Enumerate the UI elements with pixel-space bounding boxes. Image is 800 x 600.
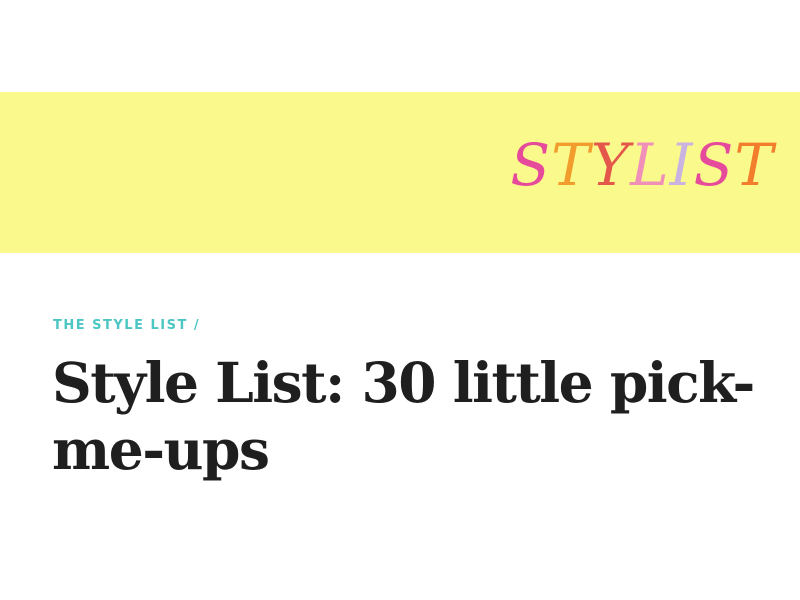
breadcrumb-separator: /: [193, 318, 201, 333]
breadcrumb: THE STYLE LIST /: [53, 318, 200, 333]
article-content: THE STYLE LIST / Style List: 30 little pi…: [0, 253, 800, 600]
logo-letter: L: [630, 131, 670, 199]
stylist-logo[interactable]: S T Y L I S T: [510, 136, 774, 194]
logo-letter: T: [551, 131, 591, 199]
logo-letter: T: [734, 131, 774, 199]
logo-letter: Y: [590, 131, 631, 199]
logo-letter: S: [693, 131, 735, 199]
article-title: Style List: 30 little pick-me-ups: [52, 350, 755, 482]
logo-letter: I: [669, 131, 694, 199]
page: S T Y L I S T THE STYLE LIST / Style List…: [0, 0, 800, 600]
site-header-banner: S T Y L I S T: [0, 92, 800, 253]
breadcrumb-section-link[interactable]: THE STYLE LIST: [53, 318, 188, 333]
logo-letter: S: [510, 131, 552, 199]
